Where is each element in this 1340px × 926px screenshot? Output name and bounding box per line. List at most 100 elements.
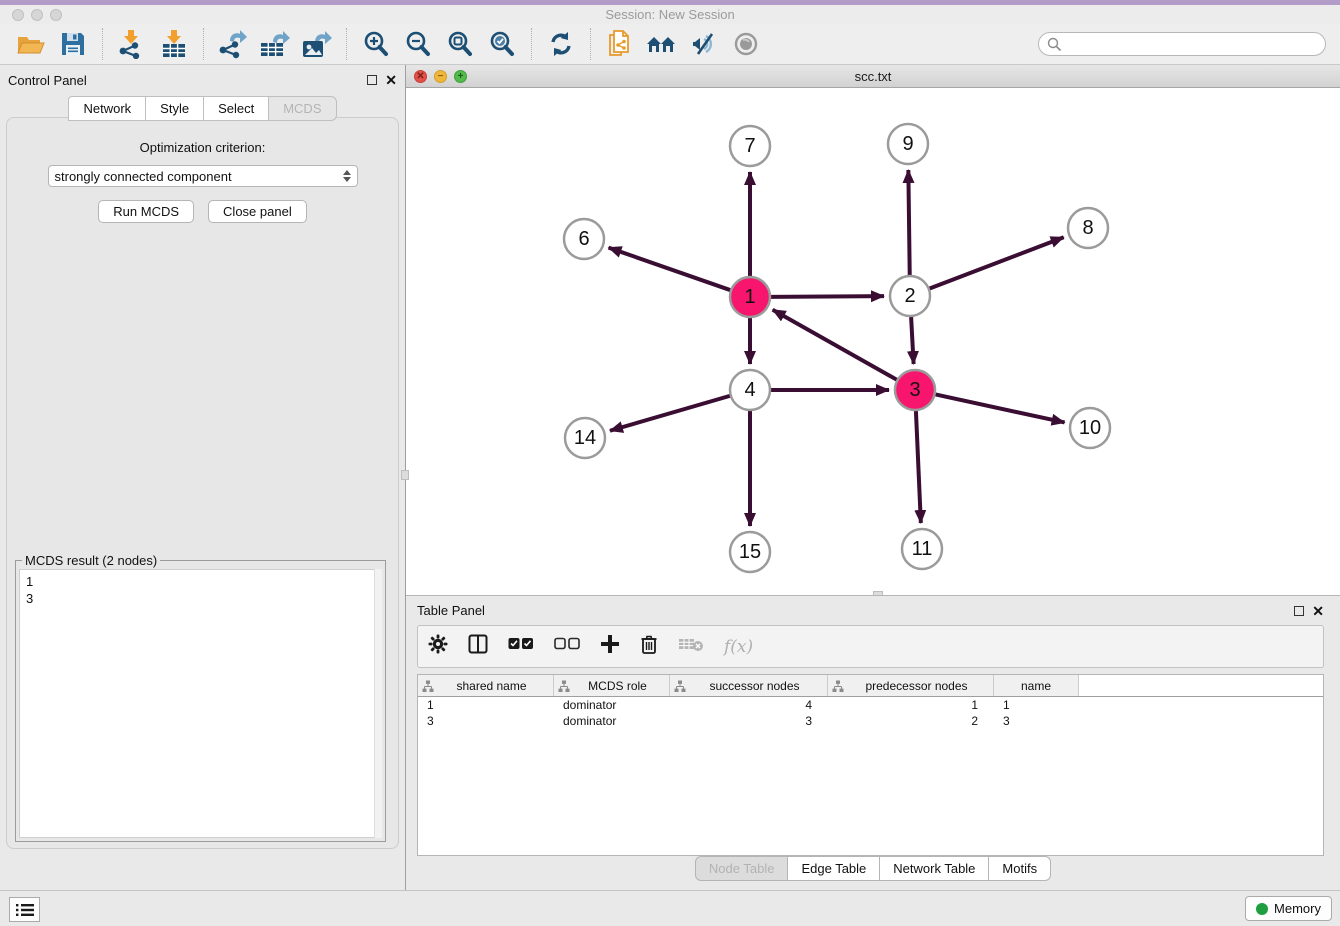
zoom-fit-button[interactable] [443,27,477,61]
column-header-shared-name[interactable]: shared name [418,675,554,696]
float-panel-icon[interactable] [1294,606,1304,616]
export-network-button[interactable] [216,27,250,61]
tab-mcds[interactable]: MCDS [269,96,336,121]
column-header-label: predecessor nodes [844,679,989,693]
edge-3-10[interactable] [936,394,1065,422]
edge-2-8[interactable] [930,237,1064,288]
trash-icon [640,634,658,654]
tab-style[interactable]: Style [146,96,204,121]
refresh-button[interactable] [544,27,578,61]
memory-button[interactable]: Memory [1245,896,1332,921]
column-header-predecessor-nodes[interactable]: predecessor nodes [828,675,994,696]
splitter-handle[interactable] [401,470,409,480]
node-14[interactable]: 14 [565,418,605,458]
export-table-button[interactable] [258,27,292,61]
tab-select[interactable]: Select [204,96,269,121]
tab-network[interactable]: Network [68,96,146,121]
node-8[interactable]: 8 [1068,208,1108,248]
list-icon [16,903,34,917]
table-cell[interactable]: 3 [670,714,828,728]
tab-network-table[interactable]: Network Table [880,856,989,881]
node-3[interactable]: 3 [895,370,935,410]
node-11[interactable]: 11 [902,529,942,569]
import-network-icon [118,29,146,59]
export-network-icon [218,29,248,59]
column-header-label: shared name [434,679,549,693]
zoom-selected-button[interactable] [485,27,519,61]
table-cell[interactable]: dominator [554,698,670,712]
node-2[interactable]: 2 [890,276,930,316]
tab-edge-table[interactable]: Edge Table [788,856,880,881]
clone-network-button[interactable] [603,27,637,61]
table-panel: Table Panel ✕ [406,595,1340,890]
deselect-all-button[interactable] [554,637,580,656]
search-input[interactable] [1067,37,1317,52]
table-row[interactable]: 3dominator323 [418,713,1323,729]
first-neighbors-button[interactable] [645,27,679,61]
close-panel-button[interactable]: Close panel [208,200,307,223]
column-header-label: MCDS role [570,679,665,693]
export-image-button[interactable] [300,27,334,61]
edge-2-9[interactable] [908,170,909,275]
node-9[interactable]: 9 [888,124,928,164]
table-cell[interactable]: 3 [418,714,554,728]
edge-2-3[interactable] [911,317,914,364]
table-row[interactable]: 1dominator411 [418,697,1323,713]
tab-motifs[interactable]: Motifs [989,856,1051,881]
column-header-name[interactable]: name [994,675,1079,696]
table-cell[interactable]: 3 [994,714,1079,728]
node-15[interactable]: 15 [730,532,770,572]
column-header-successor-nodes[interactable]: successor nodes [670,675,828,696]
close-panel-icon[interactable]: ✕ [1312,606,1324,616]
node-6[interactable]: 6 [564,219,604,259]
delete-table-button[interactable] [678,636,704,657]
node-10[interactable]: 10 [1070,408,1110,448]
import-network-button[interactable] [115,27,149,61]
open-session-button[interactable] [14,27,48,61]
hide-details-button[interactable] [687,27,721,61]
zoom-fit-icon [446,30,474,58]
edge-1-6[interactable] [609,248,731,290]
node-label: 14 [574,427,596,449]
node-1[interactable]: 1 [730,277,770,317]
delete-column-button[interactable] [640,634,658,659]
column-type-icon [674,680,686,692]
close-panel-icon[interactable]: ✕ [385,75,397,85]
node-4[interactable]: 4 [730,370,770,410]
tab-node-table[interactable]: Node Table [695,856,789,881]
function-builder-button[interactable]: f(x) [724,637,753,657]
zoom-in-button[interactable] [359,27,393,61]
table-cell[interactable]: 1 [418,698,554,712]
edge-1-2[interactable] [771,296,884,297]
search-field[interactable] [1038,32,1326,56]
table-cell[interactable]: 1 [828,698,994,712]
mcds-result-text[interactable]: 1 3 [19,569,382,838]
show-details-button[interactable] [729,27,763,61]
select-all-button[interactable] [508,637,534,656]
table-cell[interactable]: 4 [670,698,828,712]
run-mcds-button[interactable]: Run MCDS [98,200,194,223]
column-header-MCDS-role[interactable]: MCDS role [554,675,670,696]
table-cell[interactable]: 1 [994,698,1079,712]
zoom-out-button[interactable] [401,27,435,61]
float-panel-icon[interactable] [367,75,377,85]
node-7[interactable]: 7 [730,126,770,166]
edge-4-14[interactable] [610,396,730,431]
task-history-button[interactable] [9,897,40,922]
optimization-criterion-select[interactable]: strongly connected component [48,165,358,187]
network-graph[interactable]: 7 9 6 8 1 2 4 3 14 10 15 11 [406,88,1340,595]
result-scrollbar[interactable] [374,569,382,838]
add-column-button[interactable] [600,634,620,659]
gear-button[interactable] [428,634,448,659]
export-image-icon [301,29,333,59]
table-cell[interactable]: 2 [828,714,994,728]
table-cell[interactable]: dominator [554,714,670,728]
edge-3-11[interactable] [916,411,921,523]
save-session-button[interactable] [56,27,90,61]
import-table-button[interactable] [157,27,191,61]
node-table[interactable]: shared name MCDS role successor nodes prede… [417,674,1324,856]
network-canvas[interactable]: 7 9 6 8 1 2 4 3 14 10 15 11 [406,88,1340,595]
split-view-button[interactable] [468,634,488,659]
edge-3-1[interactable] [773,310,897,380]
network-window-titlebar[interactable]: ✕ − + scc.txt [406,65,1340,88]
